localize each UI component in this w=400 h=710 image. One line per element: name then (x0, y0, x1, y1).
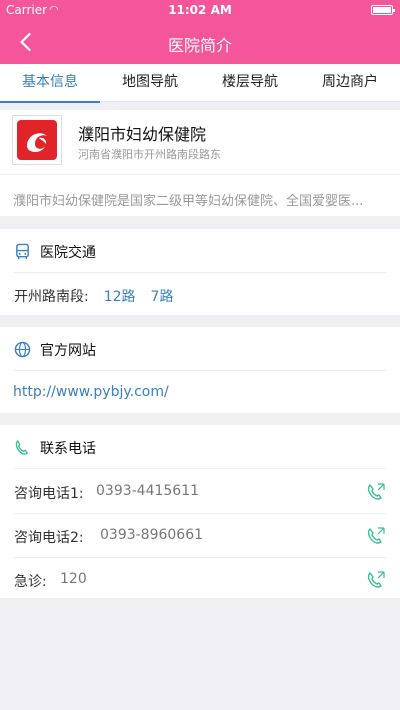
traffic-section: 医院交通 开州路南段: 12路 7路 (0, 229, 400, 315)
divider (0, 174, 400, 175)
hospital-address: 河南省濮阳市开州路南段路东 (78, 148, 221, 161)
call-icon (367, 571, 385, 588)
route-link[interactable]: 7路 (151, 289, 174, 305)
contact-section: 联系电话 咨询电话1: 0393-4415611 咨询电话2: 0393-896… (0, 425, 400, 598)
tab-map-navigation[interactable]: 地图导航 (100, 64, 200, 102)
contact-label: 咨询电话2: (14, 530, 84, 546)
status-bar: Carrier ◠ 11:02 AM (0, 0, 400, 20)
contact-number: 0393-4415611 (96, 483, 200, 499)
tab-nearby-merchants[interactable]: 周边商户 (300, 64, 400, 102)
contact-label: 急诊: (14, 574, 47, 590)
contact-title: 联系电话 (40, 441, 96, 457)
hospital-logo (12, 115, 62, 165)
page-title: 医院简介 (167, 36, 232, 55)
call-icon (367, 483, 385, 500)
contact-number: 120 (60, 571, 87, 587)
contact-row[interactable]: 咨询电话2: 0393-8960661 (14, 514, 386, 558)
hospital-card: 濮阳市妇幼保健院 河南省濮阳市开州路南段路东 濮阳市妇幼保健院是国家二级甲等妇幼… (0, 110, 400, 216)
tab-basic-info[interactable]: 基本信息 (0, 64, 100, 103)
globe-icon (14, 341, 31, 358)
website-section: 官方网站 http://www.pybjy.com/ (0, 327, 400, 413)
call-icon (367, 527, 385, 544)
call-button[interactable] (366, 482, 386, 502)
route-link[interactable]: 12路 (104, 289, 136, 305)
contact-number: 0393-8960661 (100, 527, 204, 543)
contact-label: 咨询电话1: (14, 486, 84, 502)
tab-bar: 基本信息 地图导航 楼层导航 周边商户 (0, 64, 400, 103)
contact-row[interactable]: 咨询电话1: 0393-4415611 (14, 470, 386, 514)
bus-route-row: 开州路南段: 12路 7路 (14, 286, 173, 306)
website-title: 官方网站 (40, 343, 96, 359)
call-button[interactable] (366, 526, 386, 546)
contact-row[interactable]: 急诊: 120 (14, 558, 386, 602)
contact-header: 联系电话 (14, 425, 386, 469)
hospital-logo-icon (17, 120, 57, 160)
website-header: 官方网站 (14, 327, 386, 371)
nav-bar: 医院简介 (0, 20, 400, 64)
phone-handset-icon (15, 440, 28, 455)
hospital-description[interactable]: 濮阳市妇幼保健院是国家二级甲等妇幼保健院、全国爱婴医... (13, 190, 390, 209)
website-link[interactable]: http://www.pybjy.com/ (13, 384, 169, 400)
bus-icon (16, 243, 29, 260)
hospital-name: 濮阳市妇幼保健院 (78, 125, 207, 144)
bus-stop-label: 开州路南段: (14, 289, 89, 305)
battery-icon (371, 5, 395, 15)
traffic-header: 医院交通 (14, 229, 386, 273)
call-button[interactable] (366, 570, 386, 590)
tab-floor-navigation[interactable]: 楼层导航 (200, 64, 300, 102)
clock: 11:02 AM (168, 3, 232, 17)
traffic-title: 医院交通 (40, 245, 96, 261)
